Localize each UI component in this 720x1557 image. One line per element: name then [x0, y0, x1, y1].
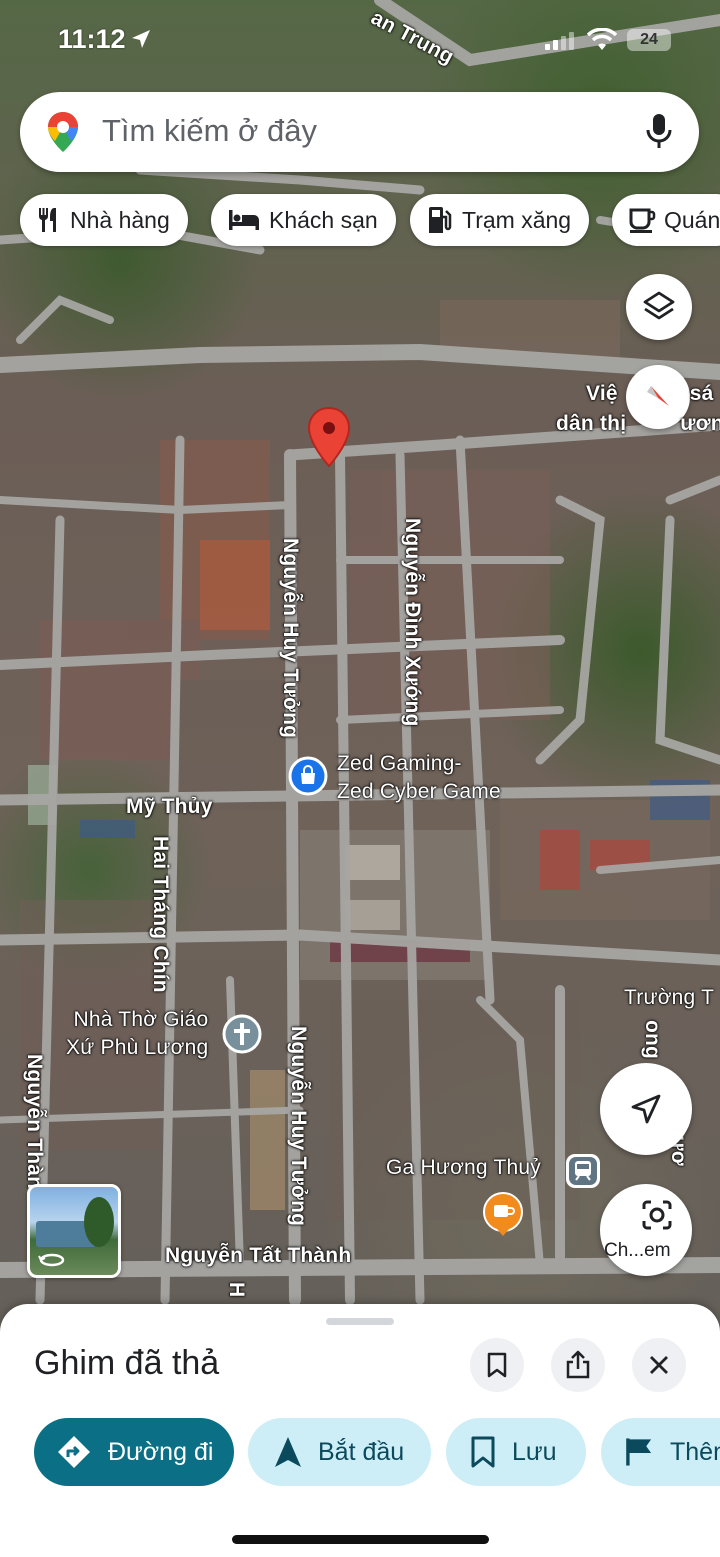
- street-label: Nguyễn Huy Tưởng: [279, 538, 302, 739]
- chip-label: Nhà hàng: [70, 206, 170, 233]
- cellular-signal-icon: [545, 32, 574, 50]
- bookmark-icon: [487, 1352, 507, 1378]
- lens-label: Ch...em: [604, 1240, 671, 1261]
- street-label: Nguyễn Huy Tưởng: [287, 1026, 310, 1227]
- chip-label: Trạm xăng: [462, 206, 572, 233]
- battery-indicator: 24: [627, 29, 671, 51]
- church-icon[interactable]: [222, 1014, 262, 1054]
- more-label: Thêm: [670, 1437, 720, 1466]
- chip-cafes[interactable]: Quán: [612, 194, 720, 246]
- layers-icon: [643, 291, 675, 320]
- save-label: Lưu: [512, 1437, 557, 1466]
- street-label: Nguyễn Thàn: [23, 1054, 46, 1190]
- cafe-icon: [629, 208, 656, 233]
- navigation-arrow-icon: [275, 1437, 301, 1467]
- area-label: Mỹ Thủy: [126, 795, 213, 818]
- share-button[interactable]: [551, 1338, 605, 1392]
- drag-handle[interactable]: [326, 1318, 394, 1325]
- train-icon[interactable]: [564, 1152, 602, 1190]
- hotel-icon: [229, 210, 259, 230]
- street-label: Nguyễn Tất Thành: [165, 1244, 352, 1267]
- home-indicator: [232, 1535, 489, 1544]
- flag-icon: [626, 1438, 652, 1466]
- my-location-button[interactable]: [600, 1063, 692, 1155]
- status-time: 11:12: [58, 24, 126, 54]
- directions-icon: [58, 1436, 90, 1468]
- chip-label: Khách sạn: [269, 206, 378, 233]
- wifi-icon: [587, 28, 617, 50]
- street-label: ong: [641, 1020, 664, 1060]
- poi-label: dân thịương: [556, 412, 720, 435]
- share-icon: [566, 1350, 590, 1379]
- close-button[interactable]: [632, 1338, 686, 1392]
- save-button[interactable]: [470, 1338, 524, 1392]
- poi-label: Trường T: [624, 986, 715, 1009]
- layers-button[interactable]: [626, 274, 692, 340]
- place-bottom-sheet[interactable]: Ghim đã thả Đường đi Bắt đầu Lưu Thê: [0, 1304, 720, 1557]
- search-bar[interactable]: Tìm kiếm ở đây: [20, 92, 699, 172]
- start-label: Bắt đầu: [318, 1437, 405, 1466]
- shopping-bag-icon[interactable]: [288, 756, 328, 796]
- poi-label-church[interactable]: Nhà Thờ Giáo Xứ Phù Lương: [66, 1008, 208, 1060]
- close-icon: [650, 1356, 668, 1374]
- chip-gas-stations[interactable]: Trạm xăng: [410, 194, 590, 246]
- bookmark-icon: [471, 1436, 495, 1468]
- camera-lens-icon: [642, 1200, 672, 1230]
- google-maps-logo-icon: [48, 112, 78, 152]
- street-label: Hai Tháng Chín: [149, 836, 172, 993]
- status-bar: 11:12 24: [0, 22, 720, 62]
- navigation-arrow-icon: [631, 1094, 661, 1124]
- street-view-thumbnail[interactable]: [27, 1184, 121, 1278]
- chip-hotels[interactable]: Khách sạn: [211, 194, 396, 246]
- search-input[interactable]: Tìm kiếm ở đây: [102, 113, 317, 149]
- poi-label: Việ sá: [586, 382, 714, 405]
- poi-label-zed[interactable]: Zed Gaming- Zed Cyber Game: [337, 752, 501, 804]
- add-label-button[interactable]: Thêm: [601, 1418, 720, 1486]
- poi-label-station[interactable]: Ga Hương Thuỷ: [386, 1156, 541, 1180]
- location-arrow-icon: [132, 30, 150, 48]
- gas-station-icon: [429, 207, 452, 233]
- restaurant-icon: [38, 208, 56, 232]
- street-label: Nguyễn Đình Xướng: [401, 518, 424, 727]
- 360-rotate-icon: [38, 1253, 65, 1267]
- street-label: H: [225, 1282, 248, 1298]
- dropped-pin-marker[interactable]: [306, 406, 352, 470]
- google-lens-button[interactable]: Ch...em: [600, 1184, 692, 1276]
- sheet-title: Ghim đã thả: [34, 1344, 220, 1382]
- directions-button[interactable]: Đường đi: [34, 1418, 234, 1486]
- microphone-icon[interactable]: [646, 112, 672, 150]
- save-pill-button[interactable]: Lưu: [446, 1418, 586, 1486]
- chip-restaurants[interactable]: Nhà hàng: [20, 194, 188, 246]
- chip-label: Quán: [664, 206, 720, 233]
- start-button[interactable]: Bắt đầu: [248, 1418, 431, 1486]
- cafe-marker-icon[interactable]: [482, 1192, 524, 1240]
- directions-label: Đường đi: [108, 1437, 214, 1466]
